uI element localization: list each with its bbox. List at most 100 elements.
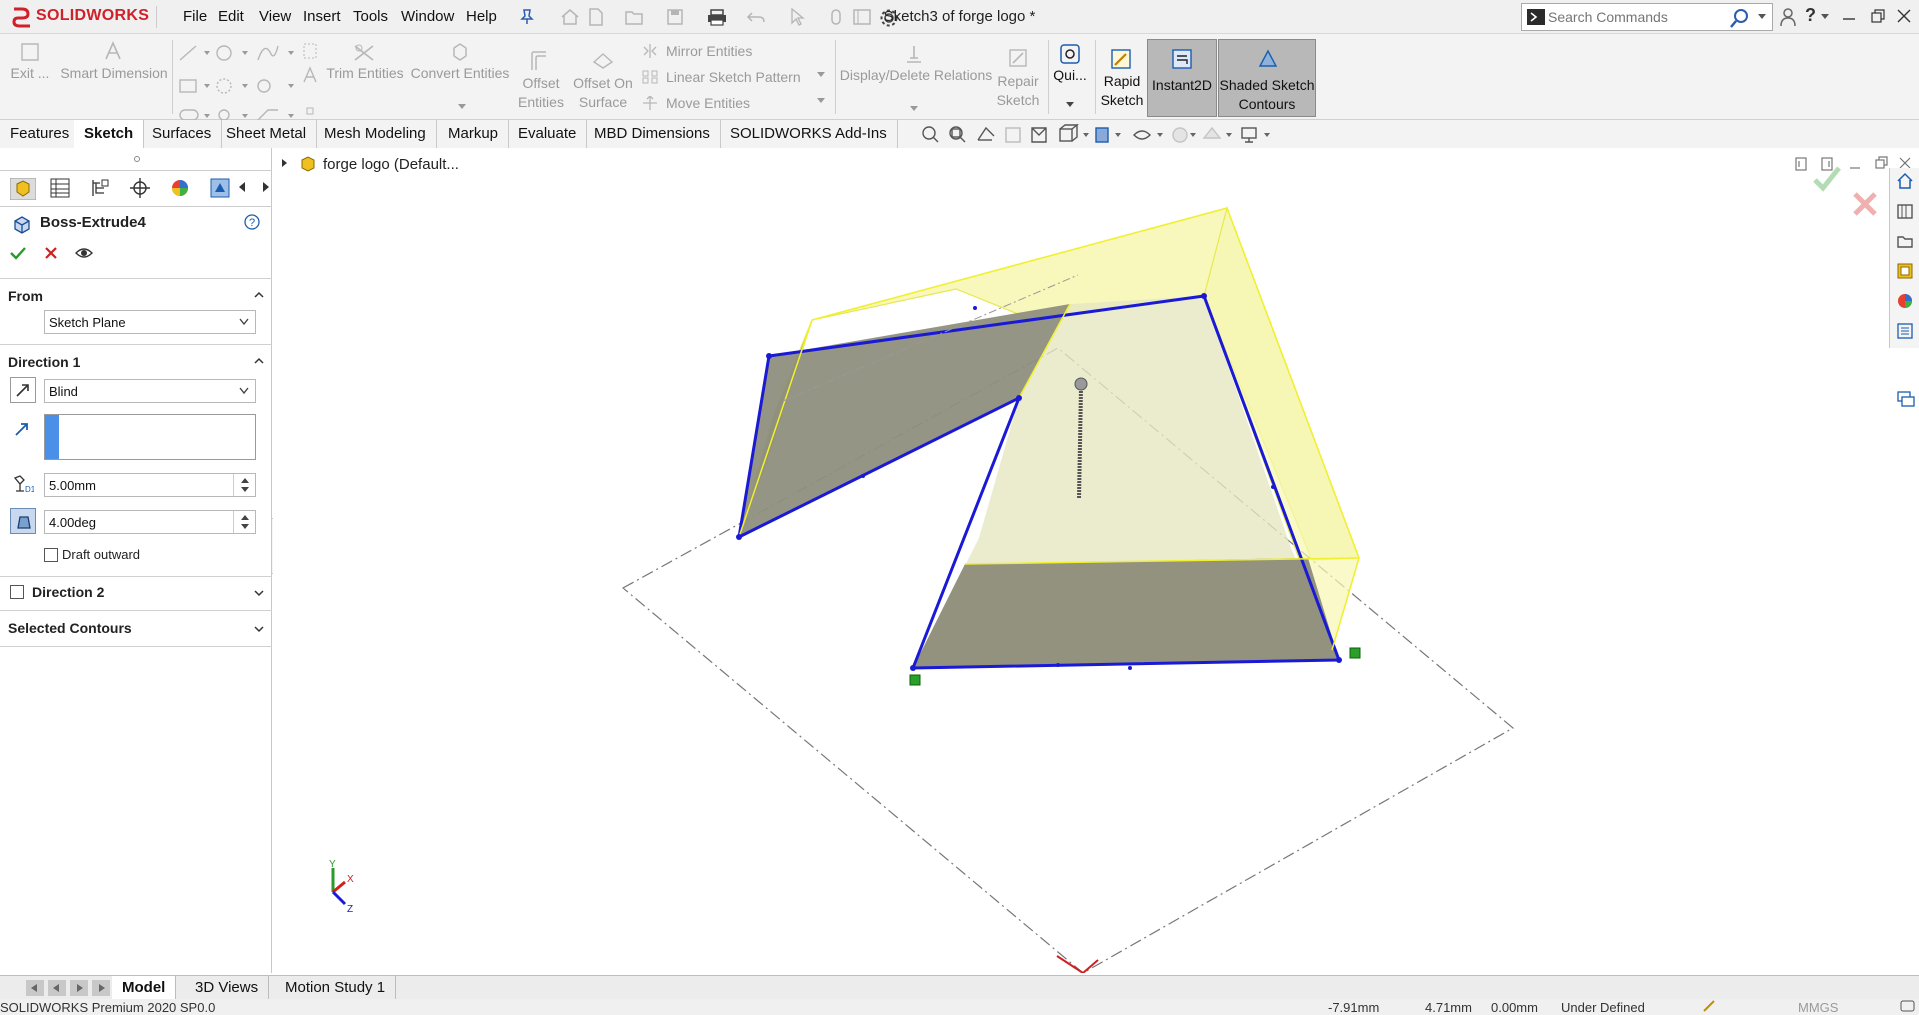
direction2-checkbox[interactable] [10,585,24,599]
spinner-arrows-icon [241,515,249,529]
repair-sketch-label-1: Repair [997,73,1039,89]
graphics-area[interactable]: forge logo (Default... Y X Z [273,148,1919,973]
feature-manager-tab-icon[interactable] [10,178,36,200]
linear-sketch-pattern-icon [642,70,658,84]
collapse-chevron-icon[interactable] [254,290,264,300]
quick-snaps-button[interactable]: Qui... [1050,66,1090,85]
trim-entities-button[interactable]: Trim Entities [325,64,405,83]
chevron-down-icon [239,318,249,326]
depth-input[interactable]: 5.00mm [44,473,256,497]
offset-entities-button[interactable]: Offset Entities [514,74,568,112]
draft-angle-spinner[interactable] [233,511,255,533]
model-preview[interactable] [273,148,1919,973]
tab-evaluate[interactable]: Evaluate [508,120,588,148]
configuration-manager-tab-icon[interactable] [90,178,110,198]
chevron-down-icon[interactable] [458,104,466,110]
status-bar: SOLIDWORKS Premium 2020 SP0.0 -7.91mm 4.… [0,999,1919,1015]
product-version: SOLIDWORKS Premium 2020 SP0.0 [0,1000,216,1015]
smart-dimension-button[interactable]: Smart Dimension [58,64,170,83]
unit-system[interactable]: MMGS [1798,1000,1838,1015]
instant2d-button[interactable]: Instant2D [1147,39,1217,117]
cursor-z: 0.00mm [1491,1000,1538,1015]
rapid-sketch-button[interactable]: Rapid Sketch [1097,72,1147,110]
offset-on-surface-button[interactable]: Offset On Surface [572,74,634,112]
convert-entities-button[interactable]: Convert Entities [410,64,510,83]
search-input[interactable] [1548,7,1738,27]
repair-sketch-button[interactable]: Repair Sketch [992,72,1044,110]
tab-markup[interactable]: Markup [438,120,510,148]
cam-tab-icon[interactable] [210,178,230,198]
selected-contours-section-header[interactable]: Selected Contours [8,620,132,636]
mirror-entities-button[interactable]: Mirror Entities [666,42,752,61]
from-start-condition-select[interactable]: Sketch Plane [44,310,256,334]
tab-motion-study-1[interactable]: Motion Study 1 [275,976,397,1000]
tab-features[interactable]: Features [0,120,81,148]
ok-checkmark-icon[interactable] [10,246,26,260]
display-manager-tab-icon[interactable] [170,178,190,198]
offset-entities-label-2: Entities [518,94,564,110]
chevron-down-icon[interactable] [817,72,825,78]
direction2-section-header[interactable]: Direction 2 [32,584,104,600]
direction-of-extrusion-icon [15,423,28,436]
help-icon[interactable]: ? [1805,5,1816,26]
depth-spinner[interactable] [233,474,255,496]
linear-sketch-pattern-button[interactable]: Linear Sketch Pattern [666,68,801,87]
draft-outward-checkbox[interactable] [44,548,58,562]
display-delete-relations-button[interactable]: Display/Delete Relations [838,66,994,85]
draft-on-off-button[interactable] [10,508,36,534]
chevron-down-icon[interactable] [817,98,825,104]
tab-navigation-arrows[interactable] [26,980,110,996]
restore-icon[interactable] [1871,9,1885,23]
collapse-chevron-icon[interactable] [254,356,264,366]
direction-selection-box[interactable] [44,414,256,460]
tab-mbd-dimensions[interactable]: MBD Dimensions [584,120,721,148]
from-section-header[interactable]: From [8,288,43,304]
tab-sketch[interactable]: Sketch [74,120,145,148]
property-manager-tab-icon[interactable] [50,178,70,198]
search-commands-box[interactable] [1521,3,1773,31]
heads-up-view-toolbar[interactable] [920,124,1280,146]
repair-sketch-label-2: Sketch [996,92,1040,108]
chevron-down-icon[interactable] [1758,14,1766,20]
tab-solidworks-add-ins[interactable]: SOLIDWORKS Add-Ins [720,120,898,148]
user-icon[interactable] [1779,7,1797,27]
panel-resize-grip[interactable] [134,156,140,162]
coincident-relation-icon [909,674,921,686]
chevron-down-icon[interactable] [910,106,918,112]
mirror-entities-icon [643,44,657,58]
chevron-down-icon [239,387,249,395]
chevron-down-icon[interactable] [1066,102,1074,108]
svg-text:D1: D1 [25,485,34,494]
tab-mesh-modeling[interactable]: Mesh Modeling [314,120,437,148]
tab-sheet-metal[interactable]: Sheet Metal [216,120,318,148]
minimize-icon[interactable] [1843,13,1855,23]
reverse-direction-button[interactable] [10,377,36,403]
direction1-section-header[interactable]: Direction 1 [8,354,80,370]
draft-angle-value: 4.00deg [49,515,96,530]
sketch-entities-grid[interactable] [178,42,308,128]
tab-surfaces[interactable]: Surfaces [142,120,223,148]
dimxpert-manager-tab-icon[interactable] [130,178,150,198]
tab-model[interactable]: Model [112,976,177,1000]
draft-angle-input[interactable]: 4.00deg [44,510,256,534]
close-icon[interactable] [1897,9,1911,23]
triad-z-label: Z [347,904,353,912]
cancel-x-icon[interactable] [44,246,58,260]
chat-icon[interactable] [1900,1000,1916,1014]
expand-chevron-icon[interactable] [254,624,264,634]
shaded-sketch-contours-button[interactable]: Shaded Sketch Contours [1218,39,1316,117]
tab-scroll-left-icon[interactable] [238,182,246,192]
rebuild-status-icon[interactable] [1702,999,1718,1013]
search-icon[interactable] [1730,8,1750,28]
offset-entities-icon [531,51,546,70]
tab-3d-views[interactable]: 3D Views [185,976,270,1000]
tab-scroll-right-icon[interactable] [262,182,270,192]
end-condition-select[interactable]: Blind [44,379,256,403]
expand-chevron-icon[interactable] [254,588,264,598]
cursor-x: -7.91mm [1328,1000,1380,1015]
move-entities-button[interactable]: Move Entities [666,94,750,113]
exit-sketch-button[interactable]: Exit ... [8,64,52,83]
chevron-down-icon[interactable] [1821,14,1829,20]
help-icon[interactable]: ? [244,214,260,230]
preview-eye-icon[interactable] [75,246,93,260]
